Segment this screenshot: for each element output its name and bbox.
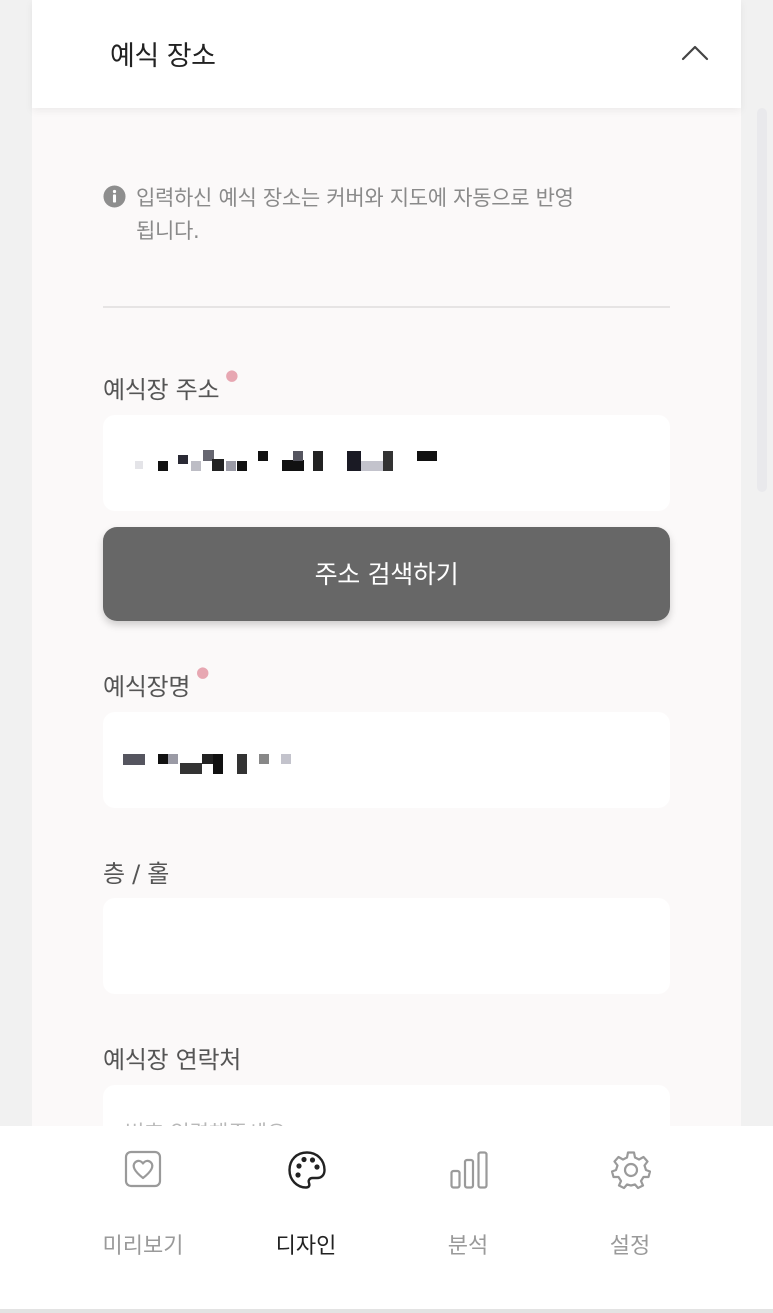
tab-analytics[interactable]: 분석 (403, 1150, 533, 1260)
address-label: 예식장 주소 ● (103, 366, 238, 405)
tab-label: 설정 (609, 1234, 651, 1259)
address-label-text: 예식장 주소 (103, 376, 220, 404)
tab-settings[interactable]: 설정 (565, 1150, 695, 1260)
bar-chart-icon (450, 1151, 488, 1189)
palette-icon (288, 1151, 326, 1189)
heart-frame-icon (124, 1150, 162, 1188)
divider (103, 306, 670, 308)
address-field[interactable] (103, 415, 670, 511)
address-search-button[interactable]: 주소 검색하기 (103, 527, 670, 621)
info-icon (103, 185, 126, 208)
tab-design[interactable]: 디자인 (241, 1150, 371, 1260)
venue-name-input[interactable] (103, 712, 670, 808)
floor-hall-input[interactable] (103, 898, 670, 994)
scrollbar[interactable] (757, 108, 767, 492)
venue-name-field[interactable] (103, 712, 670, 808)
section-header[interactable]: 예식 장소 (32, 0, 741, 108)
chevron-up-icon[interactable] (680, 38, 710, 68)
tab-preview[interactable]: 미리보기 (78, 1150, 208, 1260)
tab-label: 미리보기 (102, 1234, 184, 1259)
gear-icon (611, 1151, 651, 1190)
tab-bar-bottom-edge (0, 1309, 773, 1313)
tab-label: 디자인 (275, 1234, 337, 1259)
required-mark: ● (196, 663, 209, 681)
info-text: 입력하신 예식 장소는 커버와 지도에 자동으로 반영됩니다. (136, 186, 574, 243)
venue-name-label: 예식장명 ● (103, 663, 209, 702)
venue-name-label-text: 예식장명 (103, 673, 191, 701)
tab-label: 분석 (447, 1234, 489, 1259)
section-title: 예식 장소 (110, 41, 216, 72)
floor-hall-field[interactable] (103, 898, 670, 994)
required-mark: ● (225, 366, 239, 384)
floor-hall-label: 층 / 홀 (103, 860, 170, 888)
contact-label: 예식장 연락처 (103, 1046, 242, 1074)
